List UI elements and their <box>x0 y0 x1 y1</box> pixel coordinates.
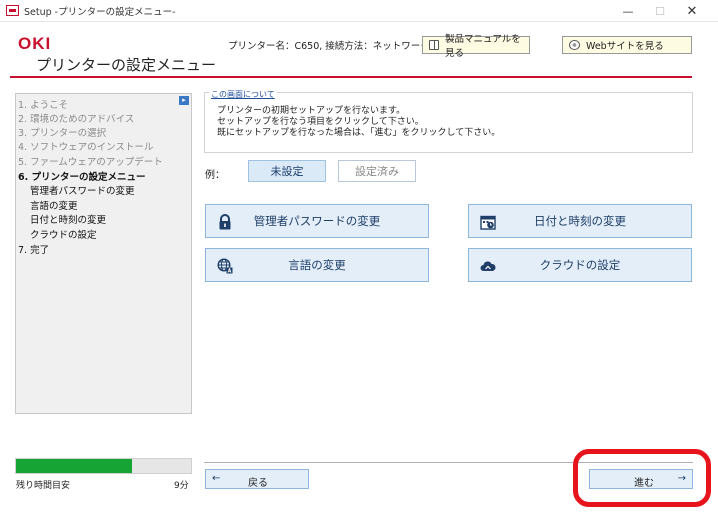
calendar-icon <box>480 215 496 230</box>
datetime-label: 日付と時刻の変更 <box>534 214 626 228</box>
language-icon <box>217 258 233 274</box>
cloud-icon <box>480 261 496 271</box>
language-button[interactable]: 言語の変更 <box>205 248 429 282</box>
manual-button[interactable]: 製品マニュアルを見る <box>422 34 530 59</box>
description-line: 既にセットアップを行なった場合は、「進む」をクリックして下さい。 <box>217 128 501 138</box>
globe-icon <box>569 40 580 50</box>
cloud-settings-label: クラウドの設定 <box>539 258 621 272</box>
next-button-label: 進む <box>634 478 654 489</box>
progress-fill <box>16 459 132 473</box>
admin-password-button[interactable]: 管理者パスワードの変更 <box>205 204 429 238</box>
back-button[interactable]: ← 戻る <box>205 469 309 489</box>
progress-bar <box>15 458 192 474</box>
sidebar-item-language: 言語の変更 <box>30 201 78 212</box>
language-label: 言語の変更 <box>288 258 346 272</box>
sidebar-item-environment-advice: 2. 環境のためのアドバイス <box>18 114 135 125</box>
remaining-time-label: 残り時間目安 <box>16 481 71 491</box>
screen-description: この画面について プリンターの初期セットアップを行ないます。 セットアップを行な… <box>204 89 693 153</box>
sidebar-scroll-icon[interactable]: ▸ <box>179 96 189 105</box>
close-button[interactable]: ✕ <box>676 0 708 22</box>
sidebar-item-firmware-update: 5. ファームウェアのアップデート <box>18 157 163 168</box>
sidebar-item-cloud: クラウドの設定 <box>30 230 97 241</box>
step-sidebar: ▸ 1. ようこそ 2. 環境のためのアドバイス 3. プリンターの選択 4. … <box>15 93 192 414</box>
example-label: 例： <box>205 170 225 181</box>
sidebar-item-datetime: 日付と時刻の変更 <box>30 215 107 226</box>
manual-button-label: 製品マニュアルを見る <box>444 34 521 59</box>
minimize-button[interactable]: — <box>612 0 644 22</box>
cloud-settings-button[interactable]: クラウドの設定 <box>468 248 692 282</box>
left-arrow-icon: ← <box>212 473 221 484</box>
lock-icon <box>219 214 231 230</box>
example-unset-badge: 未設定 <box>248 160 326 182</box>
page-title: プリンターの設定メニュー <box>36 56 217 74</box>
right-arrow-icon: → <box>677 473 686 484</box>
back-button-label: 戻る <box>248 478 268 489</box>
admin-password-label: 管理者パスワードの変更 <box>253 214 381 228</box>
window-titlebar: Setup -プリンターの設定メニュー- — ☐ ✕ <box>0 0 718 22</box>
datetime-button[interactable]: 日付と時刻の変更 <box>468 204 692 238</box>
oki-logo: OKI <box>18 34 52 53</box>
header-divider <box>10 76 692 78</box>
next-button[interactable]: 進む → <box>589 469 693 489</box>
window-title: Setup -プリンターの設定メニュー- <box>24 7 176 18</box>
footer-divider <box>204 462 693 463</box>
sidebar-item-printer-select: 3. プリンターの選択 <box>18 128 107 139</box>
sidebar-item-software-install: 4. ソフトウェアのインストール <box>18 142 154 153</box>
example-done-badge: 設定済み <box>338 160 416 182</box>
description-legend: この画面について <box>209 89 277 100</box>
sidebar-item-admin-password: 管理者パスワードの変更 <box>30 186 135 197</box>
book-icon <box>429 40 439 50</box>
header: OKI プリンターの設定メニュー プリンター名：C650, 接続方法：ネットワー… <box>0 22 718 78</box>
printer-info: プリンター名：C650, 接続方法：ネットワーク <box>228 41 430 52</box>
maximize-button[interactable]: ☐ <box>644 0 676 22</box>
website-button[interactable]: Webサイトを見る <box>562 36 692 54</box>
app-icon <box>6 5 19 16</box>
sidebar-item-welcome: 1. ようこそ <box>18 100 69 111</box>
website-button-label: Webサイトを見る <box>586 41 664 52</box>
sidebar-item-setup-menu: 6. プリンターの設定メニュー <box>18 172 146 183</box>
sidebar-item-complete: 7. 完了 <box>18 245 50 256</box>
remaining-time-value: 9分 <box>174 481 189 491</box>
